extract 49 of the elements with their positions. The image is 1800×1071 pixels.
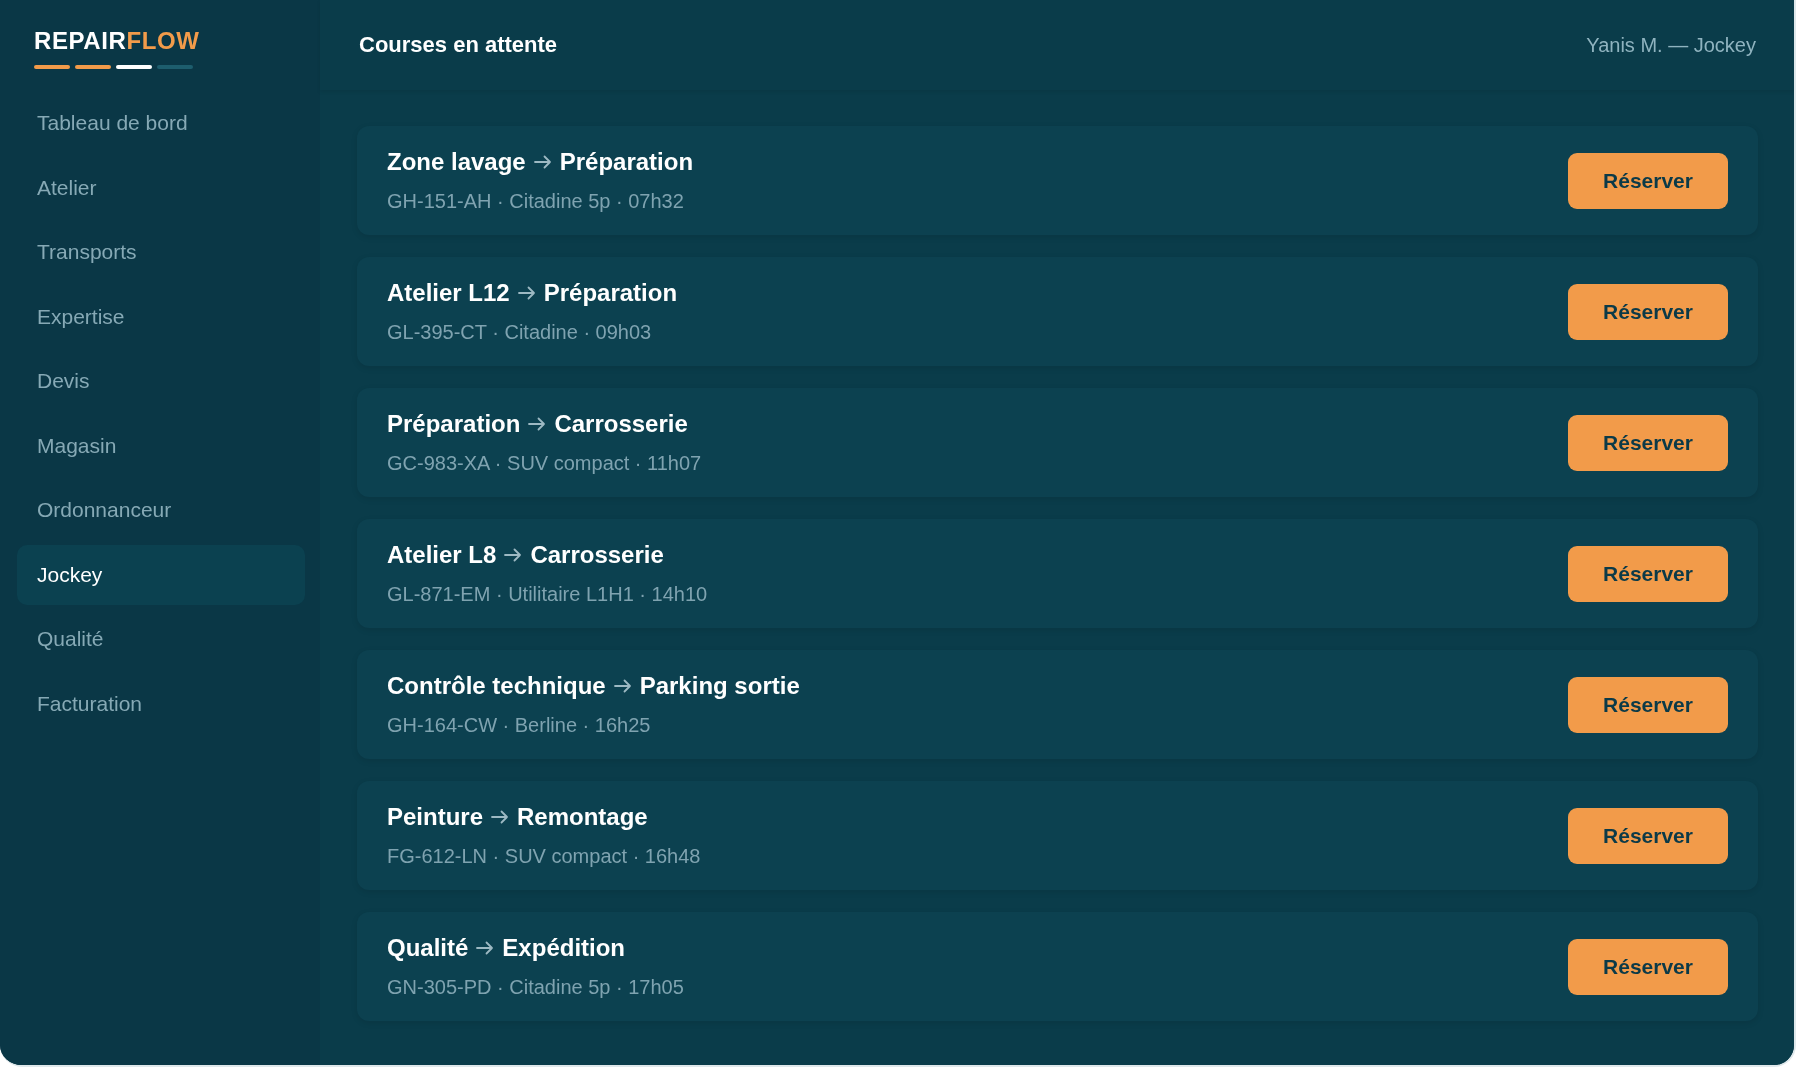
arrow-right-icon xyxy=(613,679,632,693)
course-details: GH-164-CW · Berline · 16h25 xyxy=(387,713,652,738)
user-label: Yanis M. — Jockey xyxy=(1586,33,1756,57)
arrow-right-icon xyxy=(476,941,495,955)
route-destination: Parking sortie xyxy=(639,672,800,700)
course-details: GN-305-PD · Citadine 5p · 17h05 xyxy=(387,975,684,1000)
sidebar-item[interactable]: Magasin xyxy=(17,415,305,476)
page-title: Courses en attente xyxy=(359,32,558,58)
route-origin: Préparation xyxy=(387,410,521,438)
route-origin: Qualité xyxy=(387,934,469,962)
course-details: GC-983-XA · SUV compact · 11h07 xyxy=(387,451,702,476)
sidebar-item[interactable]: Jockey xyxy=(17,544,305,605)
reserve-button[interactable]: Réserver xyxy=(1568,283,1728,340)
sidebar-item[interactable]: Facturation xyxy=(17,673,305,734)
reserve-button[interactable]: Réserver xyxy=(1568,152,1728,209)
sidebar-item[interactable]: Tableau de bord xyxy=(17,93,305,153)
course-details: GL-395-CT · Citadine · 09h03 xyxy=(387,320,653,345)
route-destination: Préparation xyxy=(543,279,678,307)
route-destination: Remontage xyxy=(517,803,648,831)
route-destination: Carrosserie xyxy=(554,410,688,438)
course-details: GH-151-AH · Citadine 5p · 07h32 xyxy=(387,189,685,214)
route-destination: Carrosserie xyxy=(530,541,664,569)
route-origin: Zone lavage xyxy=(387,148,526,176)
logo-stripes-icon xyxy=(34,65,193,69)
arrow-right-icon xyxy=(491,810,510,824)
arrow-right-icon xyxy=(504,548,523,562)
route-origin: Contrôle technique xyxy=(387,672,606,700)
sidebar-item[interactable]: Ordonnanceur xyxy=(17,480,305,540)
route-origin: Atelier L8 xyxy=(387,541,497,569)
reserve-button[interactable]: Réserver xyxy=(1568,938,1728,995)
course-details: GL-871-EM · Utilitaire L1H1 · 14h10 xyxy=(387,582,708,607)
sidebar-item[interactable]: Qualité xyxy=(17,609,305,669)
sidebar-item[interactable]: Transports xyxy=(17,222,305,282)
route-origin: Peinture xyxy=(387,803,484,831)
reserve-button[interactable]: Réserver xyxy=(1568,676,1728,733)
reserve-button[interactable]: Réserver xyxy=(1568,414,1728,471)
route-destination: Expédition xyxy=(502,934,626,962)
route-destination: Préparation xyxy=(559,148,694,176)
sidebar-item[interactable]: Expertise xyxy=(17,286,305,347)
course-details: FG-612-LN · SUV compact · 16h48 xyxy=(387,844,701,869)
reserve-button[interactable]: Réserver xyxy=(1568,807,1728,864)
logo-wordmark: REPAIRFLOW xyxy=(34,27,200,55)
sidebar-item[interactable]: Devis xyxy=(17,351,305,411)
reserve-button[interactable]: Réserver xyxy=(1568,545,1728,602)
arrow-right-icon xyxy=(528,417,547,431)
arrow-right-icon xyxy=(517,286,536,300)
sidebar-item[interactable]: Atelier xyxy=(17,157,305,218)
arrow-right-icon xyxy=(533,155,552,169)
route-origin: Atelier L12 xyxy=(387,279,510,307)
